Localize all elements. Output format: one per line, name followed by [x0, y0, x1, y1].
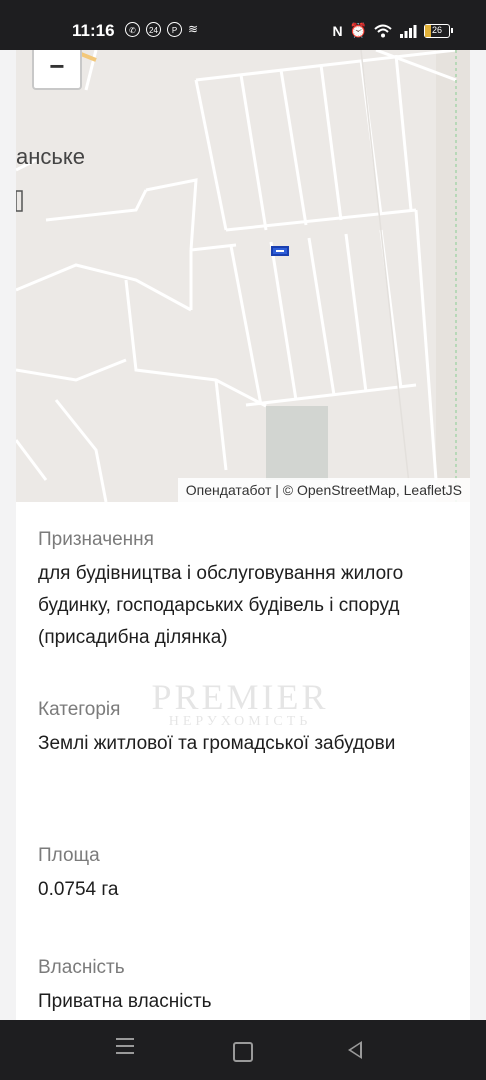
area-value: 0.0754 га [38, 879, 119, 900]
purpose-value: для будівництва і обслуговування жилого … [38, 563, 404, 648]
map-place-label: анське [16, 144, 85, 169]
menu-icon[interactable] [116, 1038, 134, 1059]
parking-icon: P [167, 22, 182, 37]
home-icon[interactable] [233, 1042, 253, 1062]
navigation-bar [0, 1020, 486, 1080]
zoom-out-button[interactable]: − [32, 50, 82, 90]
watermark: PREMIER НЕРУХОМІСТЬ [120, 676, 360, 730]
watermark-main: PREMIER [151, 677, 329, 717]
wavy-icon: ≋ [188, 22, 199, 36]
status-time: 11:16 [72, 21, 115, 40]
24-icon: 24 [146, 22, 161, 37]
ownership-value: Приватна власність [38, 991, 212, 1012]
battery-icon: 26 [424, 23, 453, 38]
battery-level: 26 [431, 24, 442, 35]
battery-fill [425, 24, 432, 37]
back-icon[interactable] [348, 1041, 362, 1059]
area-field: Площа 0.0754 га [38, 842, 458, 906]
map-streets [16, 50, 470, 502]
parcel-fields: Призначення для будівництва і обслуговув… [38, 520, 458, 1020]
map-attribution[interactable]: Опендатабот | © OpenStreetMap, LeafletJS [177, 478, 470, 502]
parcel-marker[interactable] [271, 246, 289, 256]
nfc-icon: N [332, 22, 343, 39]
status-left-icons: ✆ 24 P ≋ [125, 22, 198, 37]
map-view[interactable]: − анське Опендатабот | © OpenStreetMap, … [16, 50, 470, 502]
wifi-icon [374, 24, 392, 37]
ownership-field: Власність Приватна власність [38, 954, 458, 1018]
signal-icon [400, 24, 417, 38]
purpose-label: Призначення [38, 529, 154, 550]
status-bar: 11:16 ✆ 24 P ≋ N ⏰ 26 [0, 0, 486, 50]
alarm-icon: ⏰ [349, 22, 367, 38]
viber-icon: ✆ [125, 22, 140, 37]
status-right-icons: N ⏰ 26 [332, 22, 453, 39]
area-label: Площа [38, 845, 100, 866]
ownership-label: Власність [38, 957, 125, 978]
category-value: Землі житлової та громадської забудови [38, 733, 396, 754]
purpose-field: Призначення для будівництва і обслуговув… [38, 526, 458, 654]
